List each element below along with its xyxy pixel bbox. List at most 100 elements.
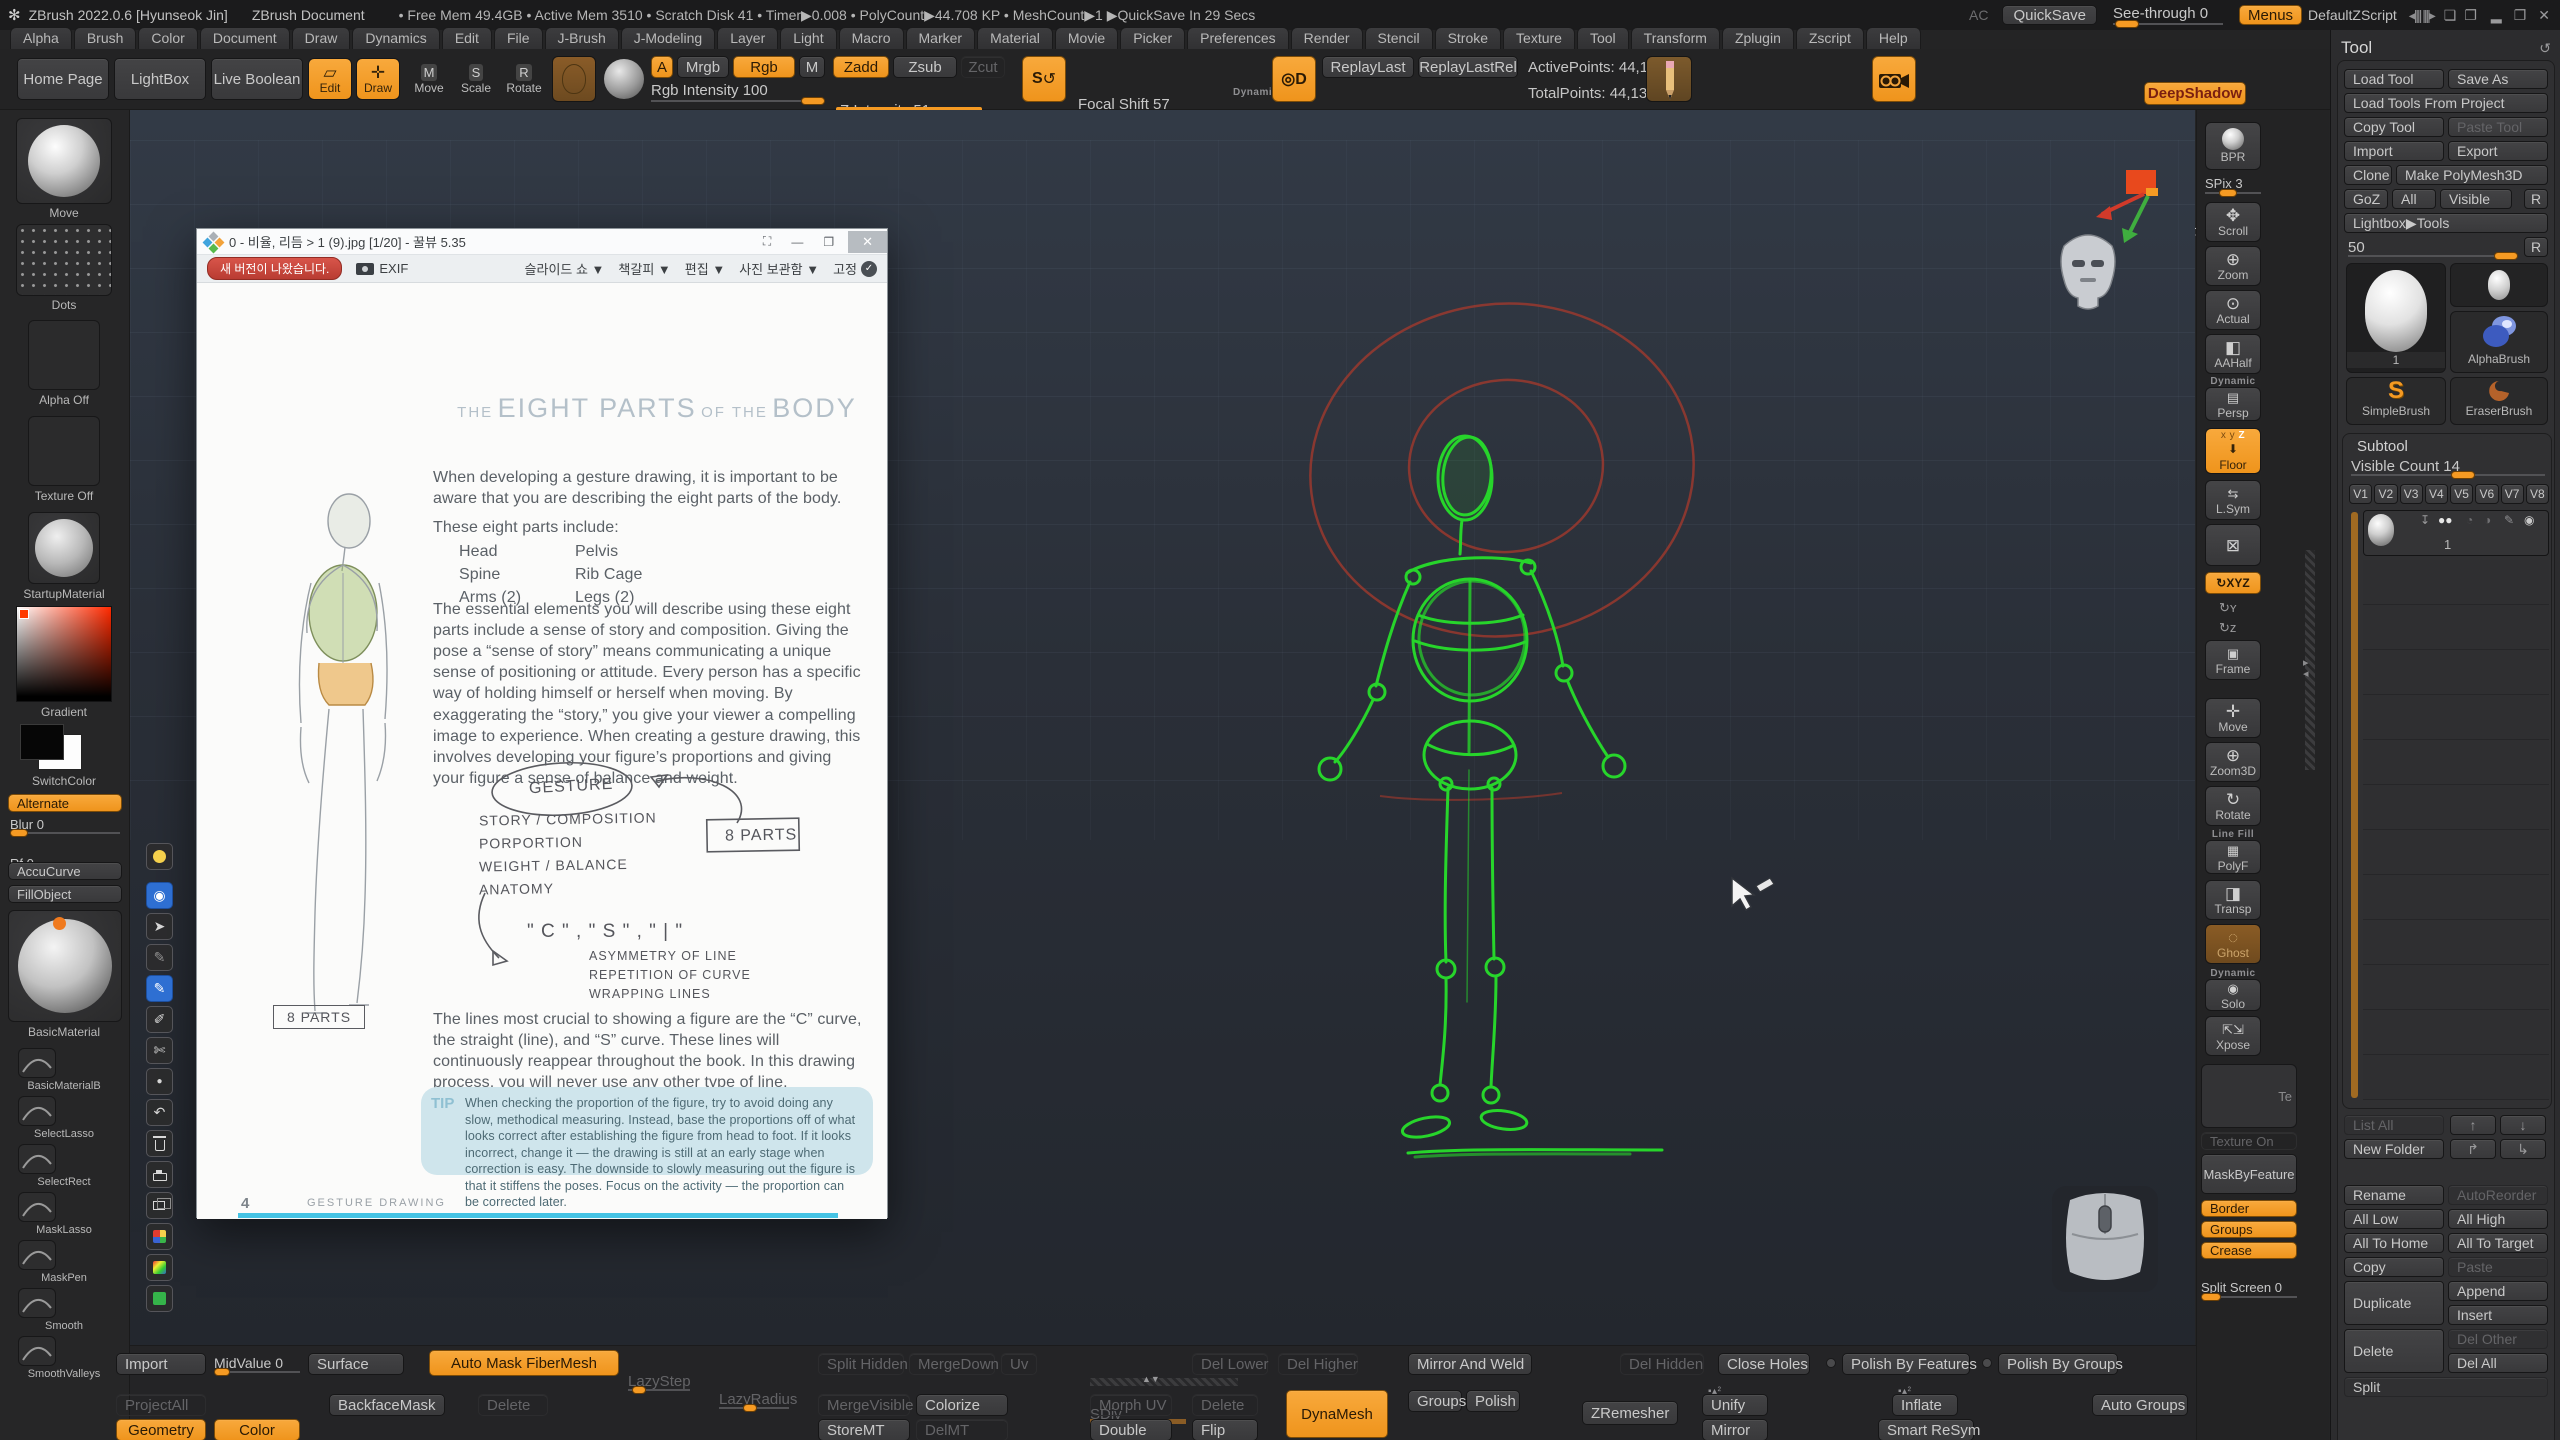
goz-all-button[interactable]: All [2392, 189, 2436, 209]
goz-r-button[interactable]: R [2524, 189, 2548, 209]
vtab[interactable]: V3 [2400, 484, 2423, 504]
pen-disabled-icon[interactable]: ✎ [146, 944, 173, 971]
subtool-up-button[interactable]: ↑ [2450, 1115, 2496, 1135]
insert-button[interactable]: Insert [2448, 1305, 2548, 1325]
viewer-fullscreen-icon[interactable]: ⛶ [763, 234, 771, 249]
menu-item[interactable]: J-Brush [545, 27, 619, 49]
menu-item[interactable]: Layer [717, 27, 778, 49]
replaylastrel-button[interactable]: ReplayLastRel [1418, 56, 1518, 78]
palette-icon[interactable] [146, 1223, 173, 1250]
subtool-item[interactable]: ↧ ●● ◔ ◑ ✎ ◉ 1 [2363, 510, 2549, 556]
menu-item[interactable]: Render [1291, 27, 1363, 49]
color-fill-button[interactable]: Color [214, 1419, 300, 1440]
cam-lock-button[interactable]: ⊠ [2205, 524, 2261, 566]
mergevisible-button[interactable]: MergeVisible [818, 1394, 910, 1416]
menu-item[interactable]: Preferences [1187, 27, 1288, 49]
autoreorder-button[interactable]: AutoReorder [2448, 1185, 2548, 1205]
draw-button[interactable]: ✛Draw [356, 58, 400, 100]
undo-icon[interactable]: ↶ [146, 1099, 173, 1126]
menus-button[interactable]: Menus [2239, 5, 2302, 25]
edit-menu[interactable]: 편집 ▼ [685, 259, 725, 278]
basic-material-thumb[interactable] [8, 910, 122, 1022]
double-button[interactable]: Double [1090, 1419, 1172, 1440]
scale-mode-button[interactable]: SScale [455, 58, 497, 100]
shelf-expand-arrows[interactable]: ▸◂ [2303, 658, 2309, 680]
auto-groups-button[interactable]: Auto Groups [2092, 1394, 2188, 1416]
lightbox-button[interactable]: LightBox [114, 58, 206, 100]
transp-button[interactable]: ◨Transp [2205, 880, 2261, 920]
zoom3d-button[interactable]: ⊕Zoom3D [2205, 742, 2261, 782]
tray-brush-item[interactable]: MaskLasso [0, 1190, 128, 1238]
fillobject-button[interactable]: FillObject [8, 885, 122, 903]
rgb-button[interactable]: Rgb [733, 56, 795, 78]
restore-icon[interactable]: ❐ [2514, 7, 2527, 24]
pen-tool-icon[interactable]: ✎ [146, 975, 173, 1002]
splitscreen-slider[interactable]: Split Screen 0 [2201, 1280, 2297, 1298]
del-hidden-button[interactable]: Del Hidden [1620, 1353, 1704, 1375]
inflate-button[interactable]: Inflate [1892, 1394, 1958, 1416]
persp-button[interactable]: ▤Persp [2205, 387, 2261, 421]
subtool-down-button[interactable]: ↓ [2500, 1115, 2546, 1135]
delete-loops-button[interactable]: Delete [478, 1394, 548, 1416]
colorize-button[interactable]: Colorize [916, 1394, 1008, 1416]
lsym-button[interactable]: ⇆L.Sym [2205, 480, 2261, 520]
menu-item[interactable]: Picker [1120, 27, 1185, 49]
actual-button[interactable]: ⊙Actual [2205, 290, 2261, 330]
vtab[interactable]: V4 [2425, 484, 2448, 504]
home-page-button[interactable]: Home Page [17, 58, 109, 100]
xpose-button[interactable]: ⇱⇲Xpose [2205, 1016, 2261, 1056]
goz-visible-button[interactable]: Visible [2440, 189, 2512, 209]
rotate-z-button[interactable]: ↻ᴢ [2219, 620, 2236, 636]
crease-button[interactable]: Crease [2201, 1242, 2297, 1259]
groups-polish-button[interactable]: Groups [1408, 1390, 1462, 1412]
rotate3d-button[interactable]: ↻Rotate [2205, 786, 2261, 826]
storemt-button[interactable]: StoreMT [818, 1419, 910, 1440]
menu-item[interactable]: Movie [1055, 27, 1118, 49]
library-menu[interactable]: 사진 보관함 ▼ [739, 259, 819, 278]
mirror-button[interactable]: Mirror [1702, 1419, 1768, 1440]
menu-item[interactable]: Brush [74, 27, 137, 49]
gallery-icon[interactable] [146, 1192, 173, 1219]
divider-config2-icon[interactable]: ❐ [2464, 7, 2477, 24]
alphabrush-thumb[interactable]: AlphaBrush [2450, 311, 2548, 373]
lightbox-tools-button[interactable]: Lightbox▶Tools [2344, 213, 2548, 233]
menu-item[interactable]: Dynamics [352, 27, 439, 49]
tool-palette-header[interactable]: Tool ↺ [2341, 38, 2551, 58]
import-button[interactable]: Import [2344, 141, 2444, 161]
slideshow-menu[interactable]: 슬라이드 쇼 ▼ [525, 259, 605, 278]
morph-uv-button[interactable]: Morph UV [1090, 1394, 1172, 1416]
rename-button[interactable]: Rename [2344, 1185, 2444, 1205]
rgb-intensity-slider[interactable]: Rgb Intensity 100 [651, 82, 825, 102]
viewer-close-icon[interactable]: ✕ [848, 231, 887, 253]
menu-item[interactable]: Material [977, 27, 1053, 49]
bottom-scroll-strip[interactable] [1090, 1378, 1238, 1386]
save-as-button[interactable]: Save As [2448, 69, 2548, 89]
import-mesh-button[interactable]: Import [116, 1353, 206, 1375]
tray-brush-item[interactable]: BasicMaterialB [0, 1046, 128, 1094]
duplicate-button[interactable]: Duplicate [2344, 1281, 2444, 1325]
menu-item[interactable]: Light [780, 27, 836, 49]
highlighter-icon[interactable]: ✐ [146, 1006, 173, 1033]
menu-item[interactable]: Macro [839, 27, 904, 49]
delete-uv-button[interactable]: Delete [1192, 1394, 1258, 1416]
close-icon[interactable]: ✕ [2538, 7, 2550, 24]
seethrough-slider[interactable]: See-through 0 [2113, 5, 2223, 25]
dot-size-icon[interactable]: ● [146, 1068, 173, 1095]
polish-by-features-button[interactable]: Polish By Features [1842, 1353, 1970, 1375]
accucurve-button[interactable]: AccuCurve [8, 862, 122, 880]
viewer-title-bar[interactable]: 0 - 비율, 리듬 > 1 (9).jpg [1/20] - 꿀뷰 5.35 … [197, 229, 887, 255]
clone-button[interactable]: Clone [2344, 165, 2392, 185]
tool-r-button[interactable]: R [2524, 237, 2548, 257]
polish-button[interactable]: Polish [1466, 1390, 1520, 1412]
new-folder-button[interactable]: New Folder [2344, 1139, 2444, 1159]
tray-brush-item[interactable]: MaskPen [0, 1238, 128, 1286]
menu-item[interactable]: Tool [1577, 27, 1629, 49]
move3d-button[interactable]: ✛Move [2205, 698, 2261, 738]
replaylast-button[interactable]: ReplayLast [1322, 56, 1414, 78]
bpr-button[interactable]: BPR [2205, 122, 2261, 170]
mirror-and-weld-button[interactable]: Mirror And Weld [1408, 1353, 1532, 1375]
vtab[interactable]: V6 [2475, 484, 2498, 504]
zoom-button[interactable]: ⊕Zoom [2205, 246, 2261, 286]
trash-icon[interactable] [146, 1130, 173, 1157]
border-button[interactable]: Border [2201, 1200, 2297, 1217]
